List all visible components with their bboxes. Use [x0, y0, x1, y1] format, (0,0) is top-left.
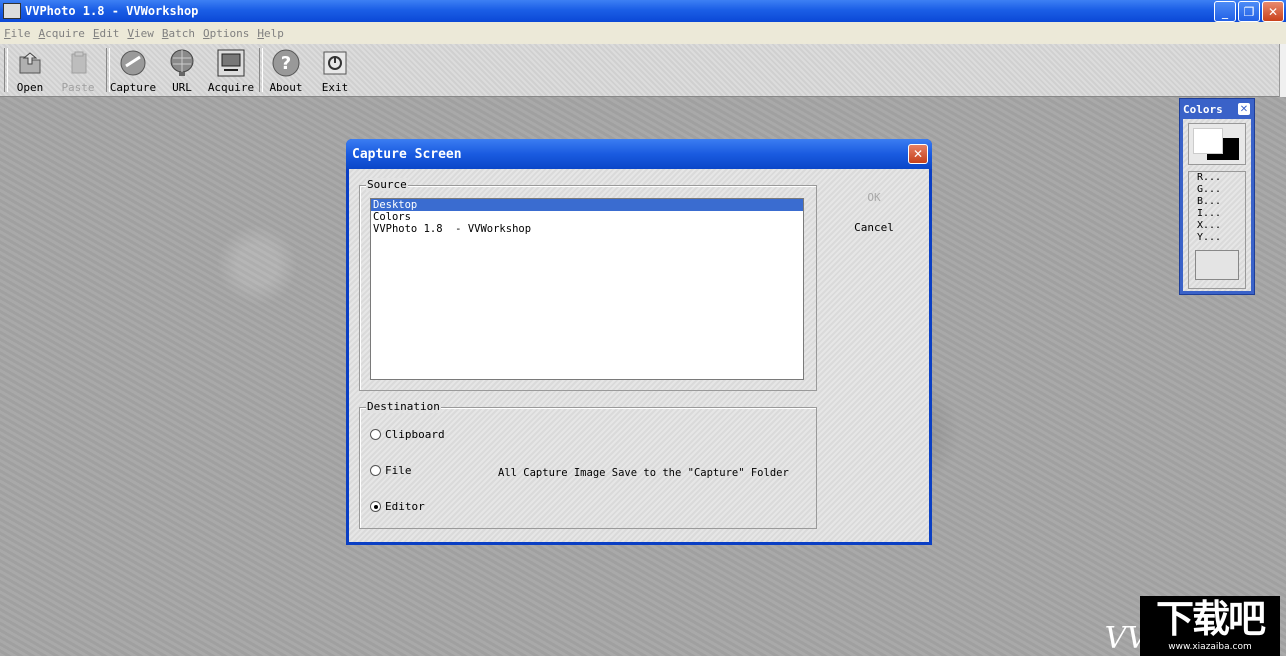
source-listbox[interactable]: Desktop Colors VVPhoto 1.8 - VVWorkshop [370, 198, 804, 380]
restore-icon: ❐ [1243, 4, 1255, 19]
file-label: File [385, 464, 412, 477]
radio-dot-icon [373, 504, 378, 509]
paste-button[interactable]: Paste [53, 48, 103, 94]
minimize-button[interactable]: _ [1214, 1, 1236, 22]
watermark-text: 下载吧 [1155, 597, 1266, 641]
window-title: VVPhoto 1.8 - VVWorkshop [25, 4, 199, 18]
dialog-title: Capture Screen [352, 146, 462, 162]
open-button[interactable]: Open [5, 48, 55, 94]
readout-g: G... [1197, 184, 1222, 195]
readout-x: X... [1197, 220, 1222, 231]
capture-button[interactable]: Capture [108, 48, 158, 94]
open-folder-icon [15, 48, 45, 78]
destination-group: Destination Clipboard File Editor All Ca… [359, 400, 817, 529]
app-icon [3, 3, 21, 19]
editor-label: Editor [385, 500, 425, 513]
clipboard-label: Clipboard [385, 428, 445, 441]
paste-label: Paste [61, 81, 95, 94]
colors-close-button[interactable]: ✕ [1238, 103, 1250, 115]
watermark-logo: 下载吧 www.xiazaiba.com [1140, 596, 1280, 656]
readout-i: I... [1197, 208, 1222, 219]
source-label: Source [366, 178, 408, 191]
question-icon: ? [271, 48, 301, 78]
window-titlebar: VVPhoto 1.8 - VVWorkshop _ ❐ ✕ [0, 0, 1286, 22]
svg-text:?: ? [281, 53, 291, 74]
capture-screen-dialog: Capture Screen ✕ Source Desktop Colors V… [346, 139, 932, 545]
url-button[interactable]: URL [157, 48, 207, 94]
editor-radio[interactable]: Editor [370, 500, 425, 513]
menu-view[interactable]: View [123, 27, 158, 40]
menu-help[interactable]: Help [253, 27, 288, 40]
readout-r: R... [1197, 172, 1222, 183]
source-item-desktop[interactable]: Desktop [371, 199, 803, 211]
about-button[interactable]: ? About [261, 48, 311, 94]
color-readout: R... G... B... I... X... Y... [1188, 171, 1246, 289]
destination-label: Destination [366, 400, 441, 413]
open-label: Open [16, 81, 44, 94]
radio-button-checked[interactable] [370, 501, 381, 512]
readout-b: B... [1197, 196, 1222, 207]
clipboard-radio[interactable]: Clipboard [370, 428, 445, 441]
cancel-button[interactable]: Cancel [844, 221, 904, 234]
color-swatches [1188, 123, 1246, 165]
minimize-icon: _ [1222, 4, 1228, 19]
dialog-titlebar: Capture Screen [346, 139, 932, 169]
colors-panel: Colors ✕ R... G... B... I... X... Y... [1179, 98, 1255, 295]
restore-button[interactable]: ❐ [1238, 1, 1260, 22]
menu-batch[interactable]: Batch [158, 27, 199, 40]
radio-button[interactable] [370, 429, 381, 440]
foreground-color-swatch[interactable] [1193, 128, 1223, 154]
menu-options[interactable]: Options [199, 27, 253, 40]
close-icon: ✕ [1267, 4, 1279, 19]
color-preview [1195, 250, 1239, 280]
source-group: Source Desktop Colors VVPhoto 1.8 - VVWo… [359, 178, 817, 391]
power-icon [320, 48, 350, 78]
menu-bar: File Acquire Edit View Batch Options Hel… [0, 22, 1286, 44]
menu-acquire[interactable]: Acquire [35, 27, 89, 40]
menu-edit[interactable]: Edit [89, 27, 124, 40]
acquire-label: Acquire [207, 81, 255, 94]
destination-note: All Capture Image Save to the "Capture" … [498, 467, 789, 479]
watermark-url: www.xiazaiba.com [1168, 642, 1252, 652]
scanner-icon [216, 48, 246, 78]
dialog-close-button[interactable]: ✕ [908, 144, 928, 164]
globe-icon [167, 48, 197, 78]
about-label: About [269, 81, 303, 94]
capture-label: Capture [109, 81, 157, 94]
dialog-body: Source Desktop Colors VVPhoto 1.8 - VVWo… [349, 169, 929, 542]
acquire-button[interactable]: Acquire [206, 48, 256, 94]
camera-capture-icon [118, 48, 148, 78]
readout-y: Y... [1197, 232, 1222, 243]
menu-file[interactable]: File [0, 27, 35, 40]
radio-button[interactable] [370, 465, 381, 476]
exit-label: Exit [321, 81, 349, 94]
colors-panel-body: R... G... B... I... X... Y... [1183, 119, 1251, 291]
close-icon: ✕ [912, 147, 924, 161]
toolbar: Open Paste Capture URL Acquire ? About E… [0, 44, 1286, 97]
close-button[interactable]: ✕ [1262, 1, 1284, 22]
file-radio[interactable]: File [370, 464, 412, 477]
close-icon: ✕ [1239, 103, 1249, 115]
source-item-colors[interactable]: Colors [371, 211, 803, 223]
ok-button[interactable]: OK [844, 191, 904, 204]
source-item-vvphoto[interactable]: VVPhoto 1.8 - VVWorkshop [371, 223, 803, 235]
url-label: URL [172, 81, 192, 94]
exit-button[interactable]: Exit [310, 48, 360, 94]
paste-icon [63, 48, 93, 78]
